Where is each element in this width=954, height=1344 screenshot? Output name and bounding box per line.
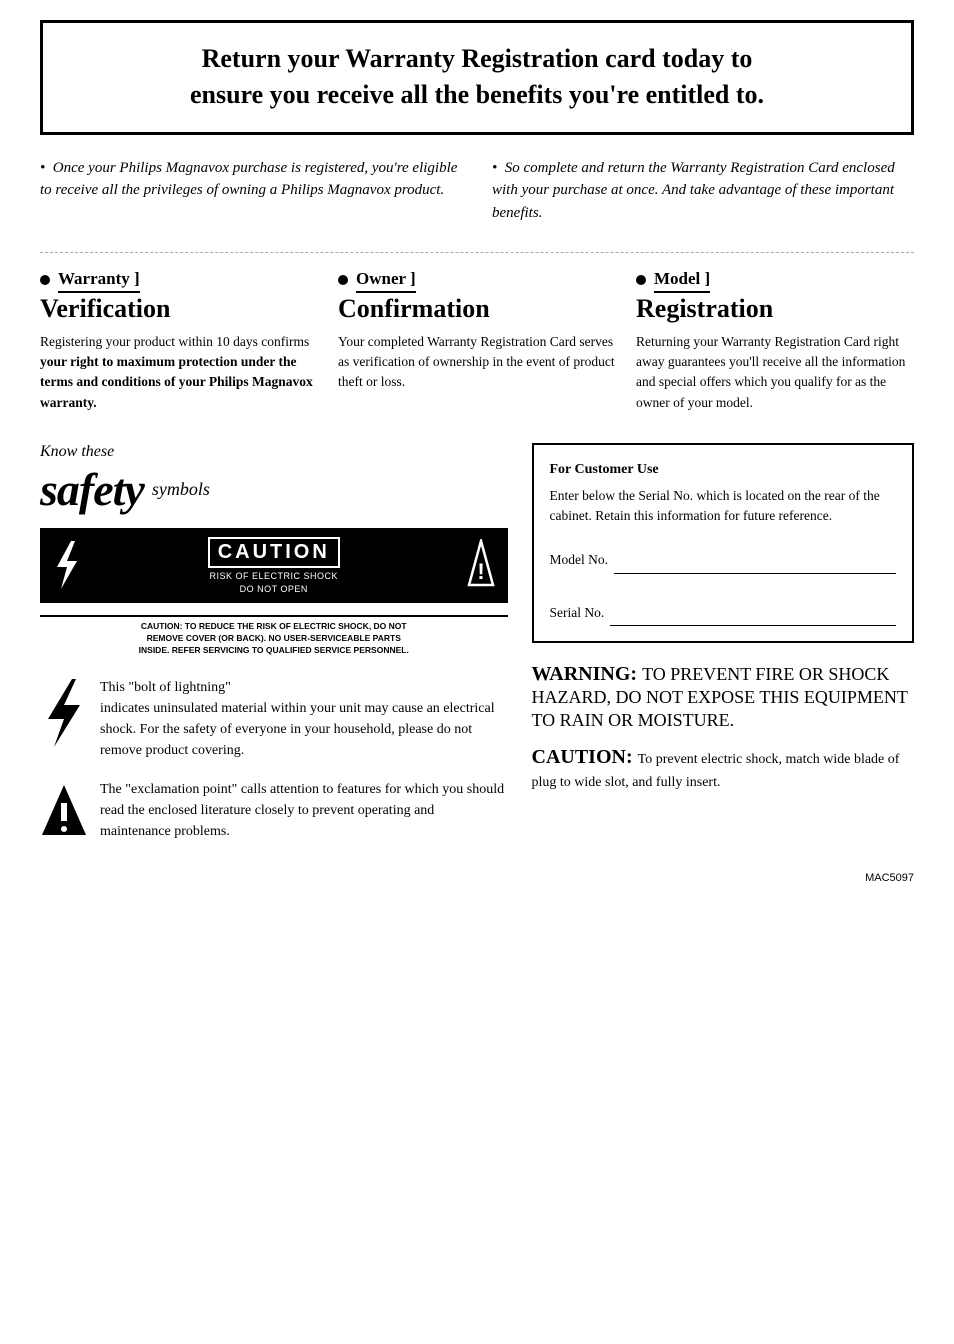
intro-col-2: • So complete and return the Warranty Re… [492, 157, 914, 225]
bullet-1: • [40, 160, 49, 176]
caution-bottom-section: CAUTION: To prevent electric shock, matc… [532, 746, 915, 792]
caution-sub2: DO NOT OPEN [240, 584, 308, 594]
caution-box: CAUTION RISK OF ELECTRIC SHOCK DO NOT OP… [40, 528, 508, 603]
customer-use-title: For Customer Use [550, 459, 897, 480]
warning-section: WARNING: TO PREVENT FIRE OR SHOCK HAZARD… [532, 663, 915, 732]
caution-bottom-title: CAUTION: To prevent electric shock, matc… [532, 746, 915, 792]
intro-col-1: • Once your Philips Magnavox purchase is… [40, 157, 462, 225]
customer-use-box: For Customer Use Enter below the Serial … [532, 443, 915, 643]
warning-title: WARNING: TO PREVENT FIRE OR SHOCK HAZARD… [532, 663, 915, 732]
serial-no-row: Serial No. [550, 603, 897, 627]
exclamation-section: The "exclamation point" calls attention … [40, 779, 508, 844]
bottom-section: Know these safety symbols CAUTION RISK O… [40, 443, 914, 852]
owner-title: Confirmation [338, 295, 616, 324]
safety-big-text: safety [40, 463, 144, 516]
model-bullet [636, 275, 646, 285]
caution-word: CAUTION [208, 537, 340, 568]
warranty-col: Warranty ] Verification Registering your… [40, 269, 318, 413]
lightning-left-icon [43, 531, 91, 600]
model-no-label: Model No. [550, 550, 609, 574]
bolt-lightning-icon [40, 677, 88, 754]
model-col: Model ] Registration Returning your Warr… [636, 269, 914, 413]
owner-col: Owner ] Confirmation Your completed Warr… [338, 269, 616, 413]
owner-tab: Owner ] [356, 269, 416, 293]
caution-footer-text: CAUTION: TO REDUCE THE RISK OF ELECTRIC … [40, 615, 508, 661]
serial-no-line [610, 625, 896, 626]
caution-sub1: RISK OF ELECTRIC SHOCK [209, 571, 338, 581]
model-tab: Model ] [654, 269, 710, 293]
customer-use-body: Enter below the Serial No. which is loca… [550, 486, 897, 527]
model-no-line [614, 573, 896, 574]
intro-section: • Once your Philips Magnavox purchase is… [40, 157, 914, 225]
warranty-body: Registering your product within 10 days … [40, 332, 318, 413]
owner-bullet [338, 275, 348, 285]
caution-box-wrapper: CAUTION RISK OF ELECTRIC SHOCK DO NOT OP… [40, 528, 508, 661]
model-body: Returning your Warranty Registration Car… [636, 332, 914, 413]
safety-section: Know these safety symbols CAUTION RISK O… [40, 443, 508, 852]
model-no-row: Model No. [550, 550, 897, 574]
exclamation-triangle-icon [40, 783, 88, 844]
owner-body: Your completed Warranty Registration Car… [338, 332, 616, 393]
excl-text: The "exclamation point" calls attention … [100, 779, 508, 842]
model-title: Registration [636, 295, 914, 324]
footer-code: MAC5097 [40, 872, 914, 884]
know-these-label: Know these [40, 443, 508, 461]
exclamation-right-icon: ! [457, 531, 505, 600]
warranty-title: Verification [40, 295, 318, 324]
caution-center: CAUTION RISK OF ELECTRIC SHOCK DO NOT OP… [91, 531, 457, 600]
three-columns-section: Warranty ] Verification Registering your… [40, 252, 914, 413]
right-section: For Customer Use Enter below the Serial … [532, 443, 915, 852]
header-title: Return your Warranty Registration card t… [67, 41, 887, 114]
bolt-section: This "bolt of lightning" indicates unins… [40, 677, 508, 761]
serial-no-label: Serial No. [550, 603, 605, 627]
safety-symbols-label: symbols [152, 479, 210, 500]
svg-text:!: ! [477, 559, 484, 584]
warranty-tab: Warranty ] [58, 269, 140, 293]
warranty-bullet [40, 275, 50, 285]
bolt-text: This "bolt of lightning" indicates unins… [100, 677, 508, 761]
header-box: Return your Warranty Registration card t… [40, 20, 914, 135]
bullet-2: • [492, 160, 501, 176]
